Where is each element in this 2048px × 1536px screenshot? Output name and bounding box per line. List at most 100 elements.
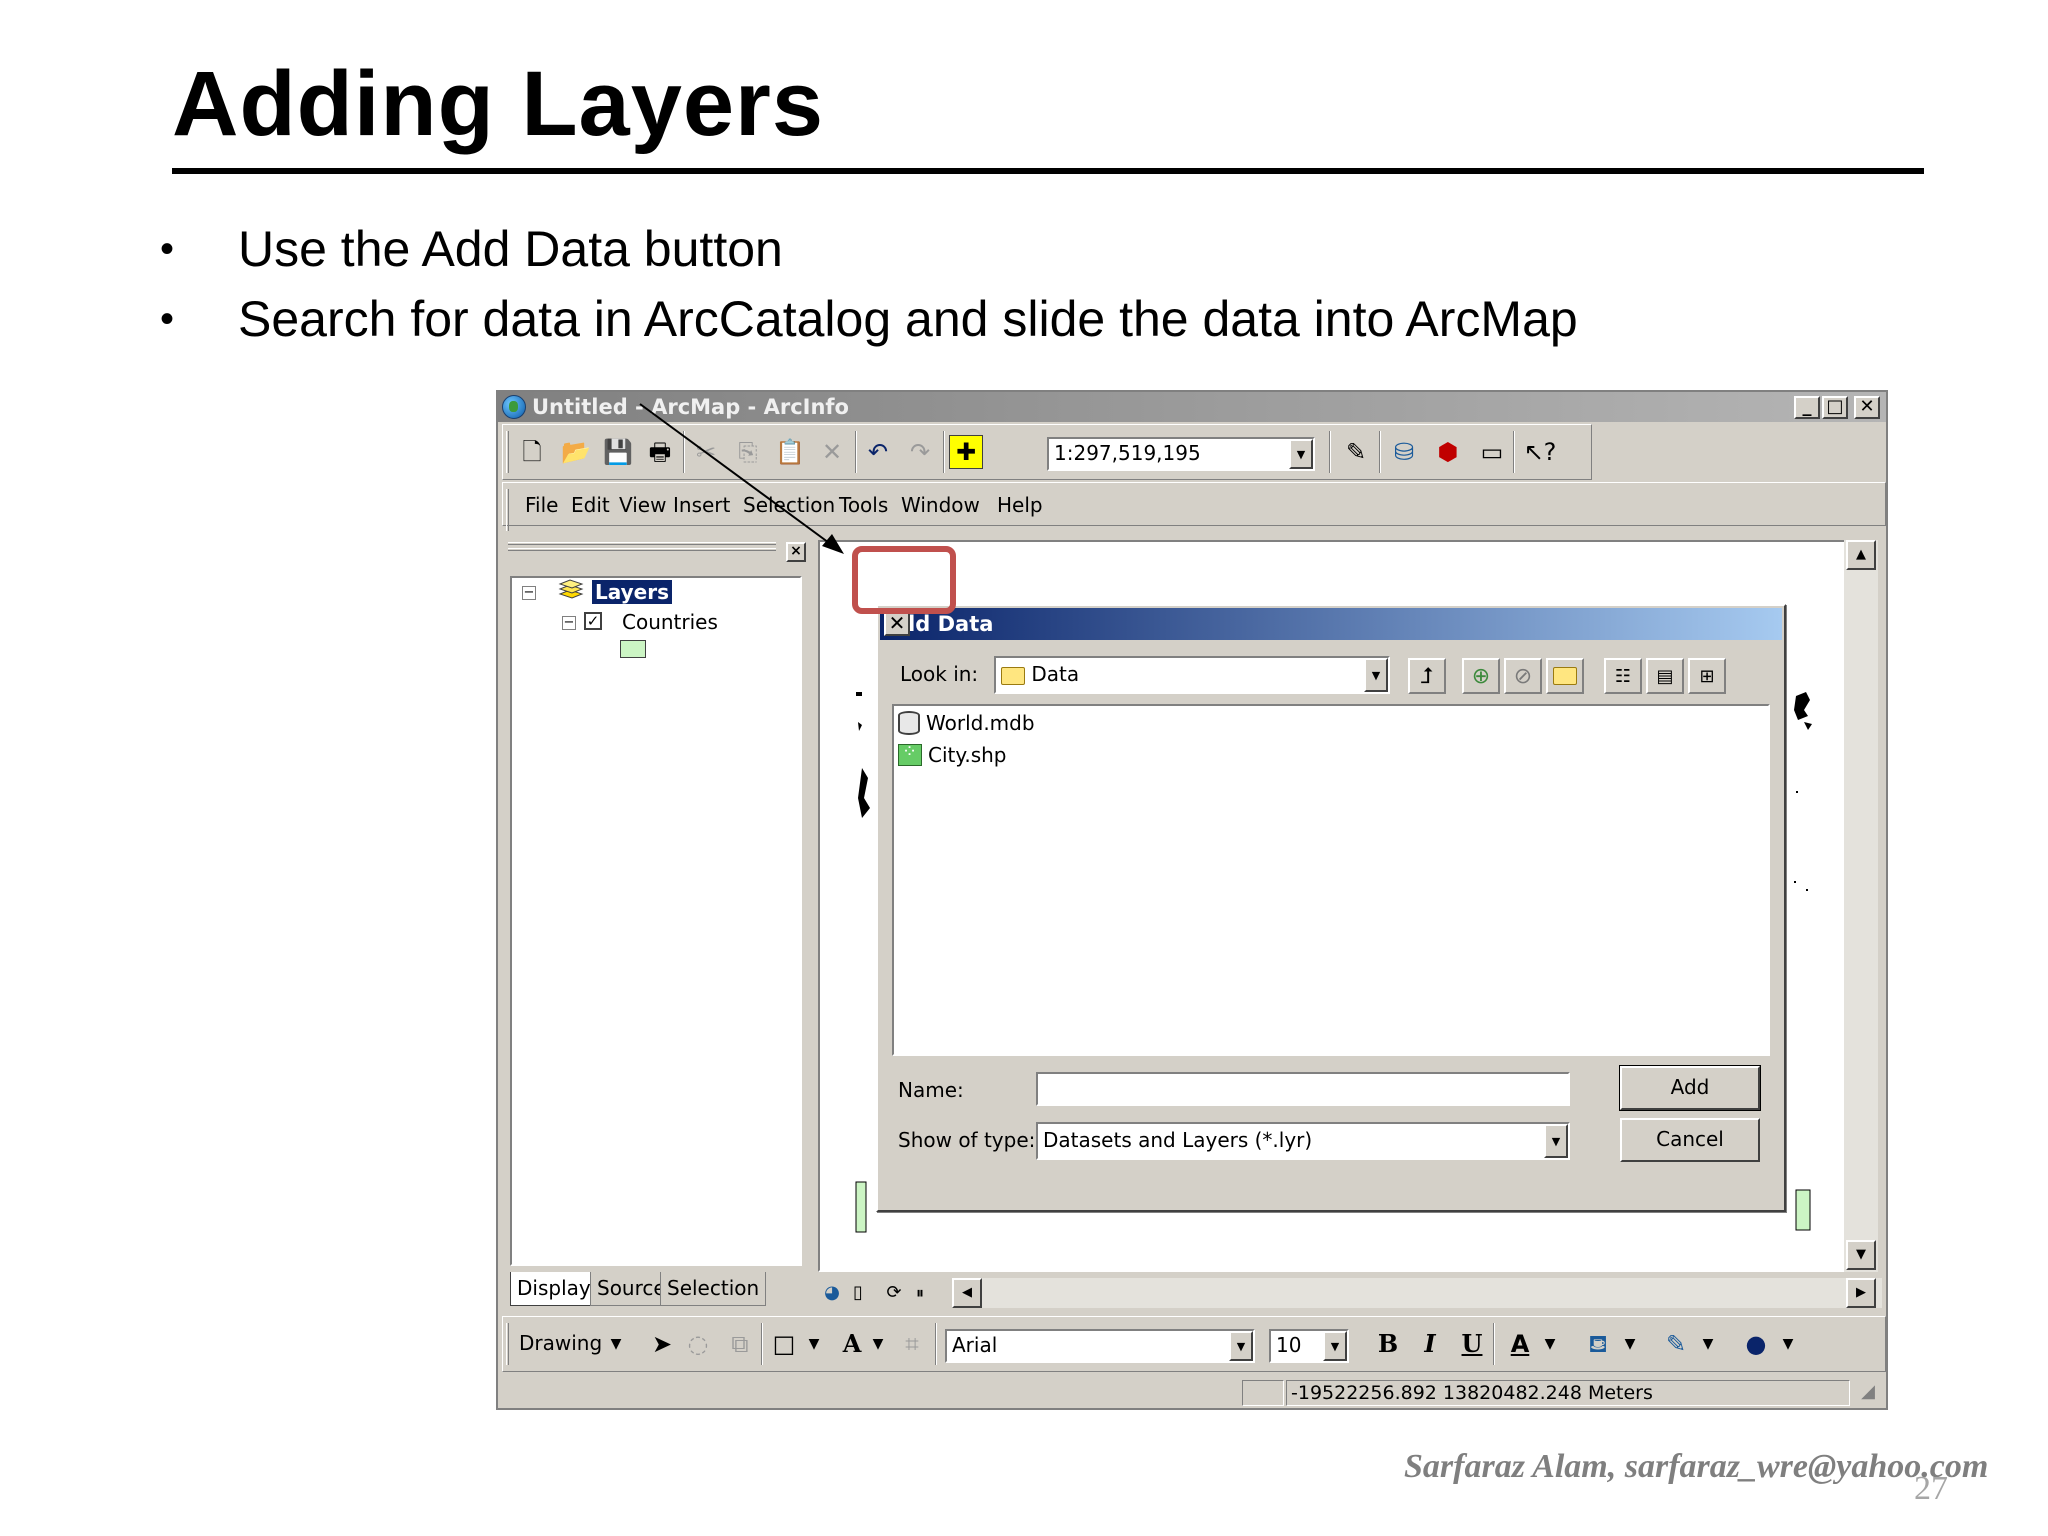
editor-toolbar-icon[interactable]: ✎ <box>1339 435 1373 469</box>
toolbar-grip[interactable] <box>506 431 509 473</box>
menubar-grip[interactable] <box>506 489 509 531</box>
layer-countries[interactable]: Countries <box>622 610 718 634</box>
arctoolbox-icon[interactable]: ⬢ <box>1431 435 1465 469</box>
add-button[interactable]: Add <box>1619 1065 1761 1111</box>
whats-this-help-icon[interactable]: ↖? <box>1523 435 1557 469</box>
menu-insert[interactable]: Insert <box>673 493 730 517</box>
marker-color-icon[interactable]: ● <box>1739 1327 1773 1361</box>
chevron-down-icon[interactable]: ▼ <box>861 1327 895 1361</box>
chevron-down-icon[interactable]: ▼ <box>1771 1327 1805 1361</box>
print-icon[interactable]: 🖶 <box>643 435 677 469</box>
layer-symbol-swatch[interactable] <box>620 640 646 658</box>
rectangle-icon[interactable]: □ <box>767 1327 801 1361</box>
open-folder-icon[interactable]: 📂 <box>559 435 593 469</box>
layers-root[interactable]: Layers <box>592 580 672 604</box>
scroll-right-icon[interactable]: ▶ <box>1846 1278 1876 1308</box>
bold-icon[interactable]: B <box>1371 1327 1405 1361</box>
zoom-whole-page-icon[interactable]: ⧉ <box>723 1327 757 1361</box>
scroll-down-icon[interactable]: ▼ <box>1846 1240 1876 1270</box>
file-list[interactable]: World.mdb City.shp <box>892 704 1770 1056</box>
undo-icon[interactable]: ↶ <box>861 435 895 469</box>
rotate-icon[interactable]: ◌ <box>681 1327 715 1361</box>
menu-window[interactable]: Window <box>901 493 980 517</box>
window-titlebar[interactable]: Untitled - ArcMap - ArcInfo _ □ ✕ <box>498 392 1886 422</box>
chevron-down-icon[interactable]: ▼ <box>1323 1331 1347 1361</box>
disconnect-folder-icon[interactable]: ⊘ <box>1504 658 1542 694</box>
menu-edit[interactable]: Edit <box>571 493 610 517</box>
collapse-icon[interactable]: − <box>522 586 536 600</box>
font-color-icon[interactable]: A <box>1503 1327 1537 1361</box>
list-item[interactable]: World.mdb <box>898 710 1035 736</box>
dialog-titlebar[interactable]: Add Data ✕ <box>880 608 1782 640</box>
line-color-icon[interactable]: ✎ <box>1659 1327 1693 1361</box>
fill-color-icon[interactable]: ⛾ <box>1581 1327 1615 1361</box>
italic-icon[interactable]: I <box>1413 1327 1447 1361</box>
connect-to-folder-icon[interactable]: ⊕ <box>1462 658 1500 694</box>
show-type-combo[interactable]: Datasets and Layers (*.lyr) ▼ <box>1036 1122 1570 1160</box>
name-input[interactable] <box>1036 1072 1570 1106</box>
chevron-down-icon[interactable]: ▼ <box>1544 1124 1568 1158</box>
geodatabase-icon <box>898 711 920 735</box>
collapse-icon[interactable]: − <box>562 616 576 630</box>
toc-close-button[interactable]: × <box>786 542 806 562</box>
list-view-icon[interactable]: ☷ <box>1604 658 1642 694</box>
drawing-menu[interactable]: Drawing <box>519 1331 602 1355</box>
toc-grip[interactable] <box>508 548 776 551</box>
resize-grip-icon[interactable]: ◢ <box>1854 1378 1882 1406</box>
redo-icon[interactable]: ↷ <box>903 435 937 469</box>
layout-view-icon[interactable]: ▯ <box>844 1278 872 1308</box>
cancel-button[interactable]: Cancel <box>1620 1118 1760 1162</box>
menu-help[interactable]: Help <box>997 493 1043 517</box>
chevron-down-icon[interactable]: ▼ <box>1533 1327 1567 1361</box>
new-folder-icon[interactable] <box>1546 658 1584 694</box>
font-size-combo[interactable]: 10 ▼ <box>1269 1329 1349 1363</box>
close-button[interactable]: ✕ <box>1854 396 1880 419</box>
copy-icon[interactable]: ⎘ <box>731 435 765 469</box>
chevron-down-icon[interactable]: ▼ <box>1691 1327 1725 1361</box>
command-line-icon[interactable]: ▭ <box>1475 435 1509 469</box>
chevron-down-icon[interactable]: ▼ <box>1613 1327 1647 1361</box>
layer-visibility-checkbox[interactable]: ✓ <box>584 612 602 630</box>
scroll-left-icon[interactable]: ◀ <box>952 1278 982 1308</box>
dialog-close-button[interactable]: ✕ <box>884 612 910 636</box>
chevron-down-icon[interactable]: ▼ <box>797 1327 831 1361</box>
select-elements-icon[interactable]: ➤ <box>645 1327 679 1361</box>
up-one-level-icon[interactable]: ⮥ <box>1408 658 1446 694</box>
delete-icon[interactable]: ✕ <box>815 435 849 469</box>
map-horizontal-scrollbar[interactable]: ◀ ▶ <box>952 1278 1882 1308</box>
pause-drawing-icon[interactable]: ⏸ <box>906 1278 934 1308</box>
font-combo[interactable]: Arial ▼ <box>945 1329 1255 1363</box>
thumbnails-view-icon[interactable]: ⊞ <box>1688 658 1726 694</box>
menu-selection[interactable]: Selection <box>743 493 835 517</box>
map-scale-combo[interactable]: 1:297,519,195 ▼ <box>1047 437 1315 471</box>
details-view-icon[interactable]: ▤ <box>1646 658 1684 694</box>
data-view-icon[interactable]: ◕ <box>818 1278 846 1308</box>
map-vertical-scrollbar[interactable]: ▲ ▼ <box>1844 540 1878 1272</box>
chevron-down-icon[interactable]: ▼ <box>599 1327 633 1361</box>
cut-icon[interactable]: ✂ <box>689 435 723 469</box>
look-in-combo[interactable]: Data ▼ <box>994 656 1390 694</box>
toc-grip[interactable] <box>508 542 776 545</box>
table-of-contents: − Layers − ✓ Countries <box>510 576 802 1266</box>
underline-icon[interactable]: U <box>1455 1327 1489 1361</box>
paste-icon[interactable]: 📋 <box>773 435 807 469</box>
maximize-button[interactable]: □ <box>1822 396 1848 419</box>
new-document-icon[interactable]: 🗋 <box>515 435 549 469</box>
chevron-down-icon[interactable]: ▼ <box>1289 439 1313 469</box>
tab-selection[interactable]: Selection <box>660 1272 767 1306</box>
menu-view[interactable]: View <box>619 493 666 517</box>
edit-vertices-icon[interactable]: ⌗ <box>895 1327 929 1361</box>
chevron-down-icon[interactable]: ▼ <box>1364 658 1388 692</box>
refresh-icon[interactable]: ⟳ <box>880 1278 908 1308</box>
save-icon[interactable]: 💾 <box>601 435 635 469</box>
minimize-button[interactable]: _ <box>1794 396 1820 419</box>
scroll-up-icon[interactable]: ▲ <box>1846 540 1876 570</box>
arccatalog-icon[interactable]: ⛁ <box>1387 435 1421 469</box>
chevron-down-icon[interactable]: ▼ <box>1229 1331 1253 1361</box>
menu-tools[interactable]: Tools <box>839 493 888 517</box>
toolbar-grip[interactable] <box>506 1323 509 1365</box>
add-data-icon[interactable]: ✚ <box>949 435 983 469</box>
tab-display[interactable]: Display <box>510 1272 598 1306</box>
list-item[interactable]: City.shp <box>898 741 1007 768</box>
menu-file[interactable]: File <box>525 493 558 517</box>
